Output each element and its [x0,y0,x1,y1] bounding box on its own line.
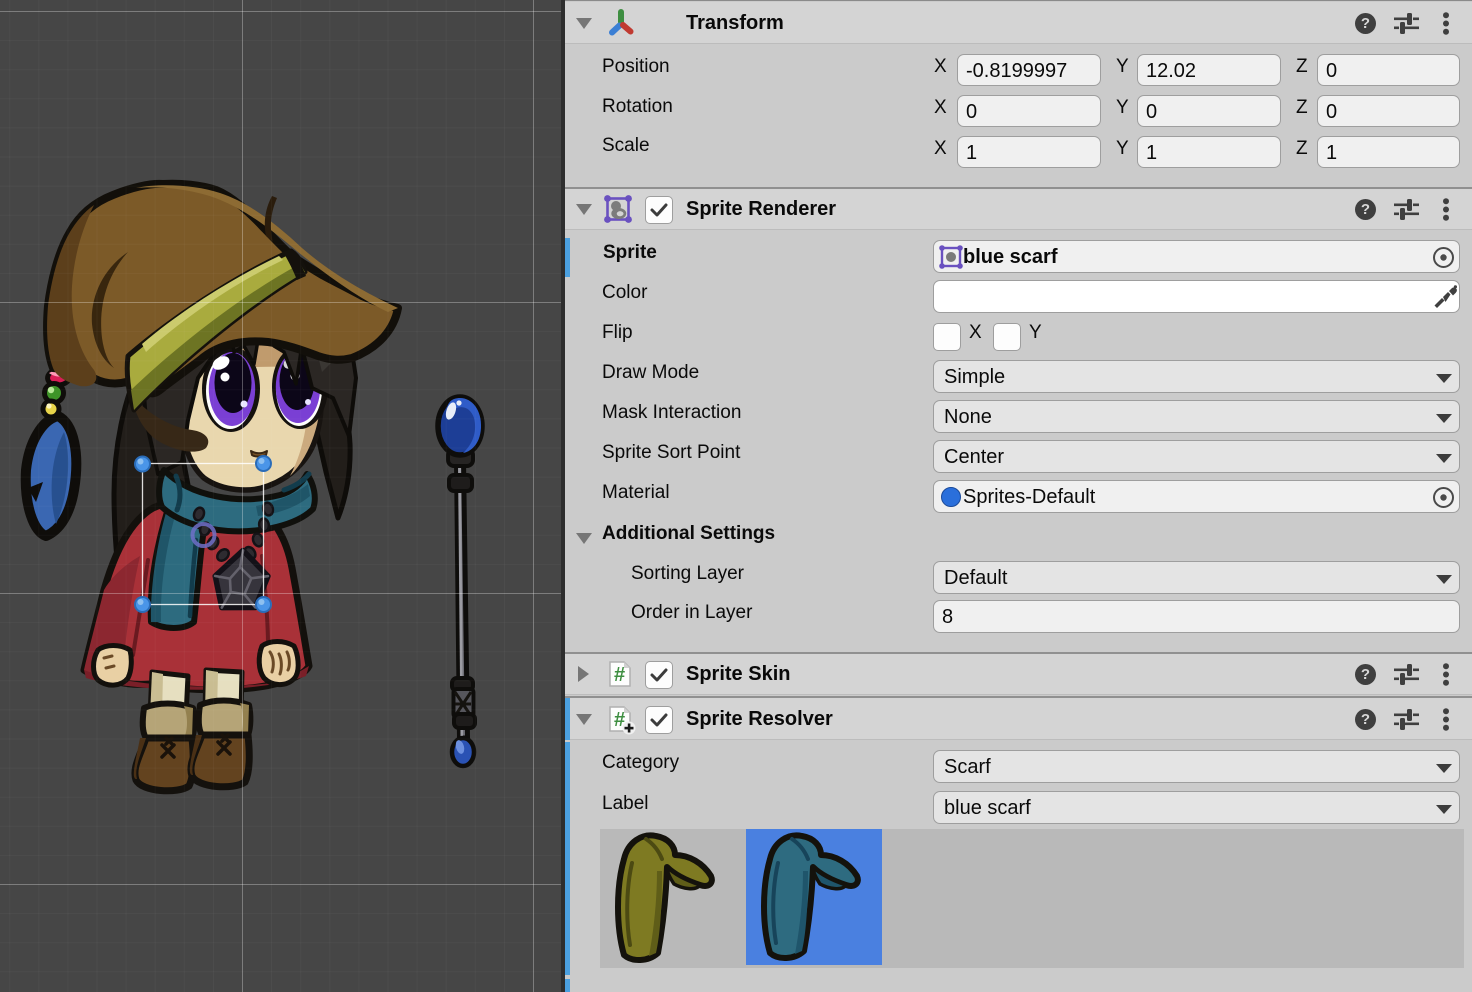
svg-text:?: ? [1361,666,1370,683]
svg-text:?: ? [1361,15,1370,32]
svg-text:#: # [614,664,625,686]
svg-text:?: ? [1361,711,1370,728]
svg-text:?: ? [1361,201,1370,218]
